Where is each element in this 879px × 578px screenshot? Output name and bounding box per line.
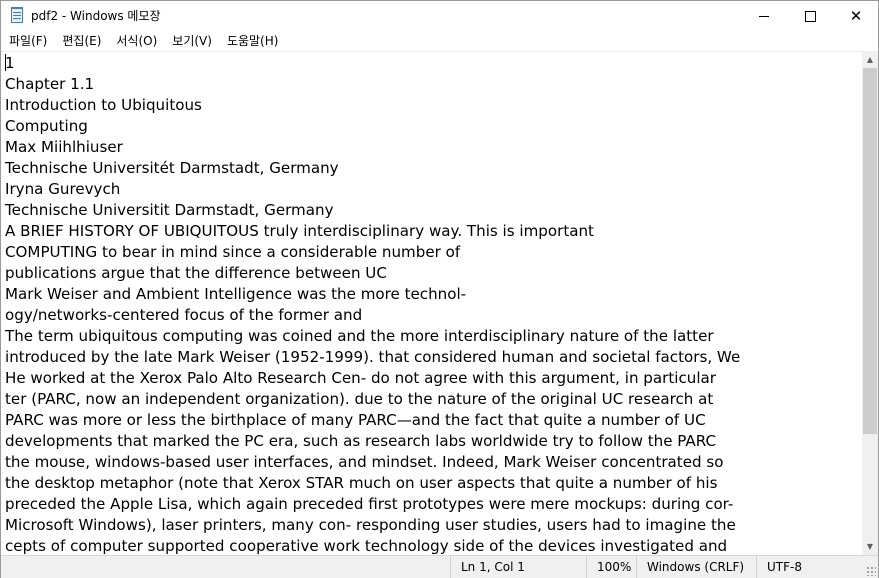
text-line: publications argue that the difference b… [5, 264, 387, 282]
status-line-ending: Windows (CRLF) [636, 556, 752, 578]
scroll-up-button[interactable]: ▲ [862, 51, 878, 68]
status-zoom: 100% [586, 556, 637, 578]
text-line: the desktop metaphor (note that Xerox ST… [5, 474, 718, 492]
text-line: the mouse, windows-based user interfaces… [5, 453, 724, 471]
title-bar[interactable]: pdf2 - Windows 메모장 ✕ [1, 1, 878, 31]
menu-bar: 파일(F) 편집(E) 서식(O) 보기(V) 도움말(H) [1, 31, 878, 51]
vertical-scrollbar[interactable]: ▲ ▼ [862, 51, 878, 555]
text-line: PARC was more or less the birthplace of … [5, 411, 706, 429]
text-line: He worked at the Xerox Palo Alto Researc… [5, 369, 716, 387]
notepad-icon [11, 7, 23, 23]
maximize-button[interactable] [787, 1, 833, 31]
text-line: A BRIEF HISTORY OF UBIQUITOUS truly inte… [5, 222, 594, 240]
maximize-icon [804, 10, 816, 22]
scroll-down-icon: ▼ [866, 542, 874, 551]
status-encoding: UTF-8 [756, 556, 867, 578]
scroll-thumb[interactable] [863, 68, 877, 434]
text-line: preceded the Apple Lisa, which again pre… [5, 495, 734, 513]
close-button[interactable]: ✕ [833, 1, 879, 31]
text-line: Introduction to Ubiquitous [5, 96, 202, 114]
text-line: Technische Universitit Darmstadt, German… [5, 201, 334, 219]
editor-text[interactable]: 1 Chapter 1.1 Introduction to Ubiquitous Co… [5, 53, 860, 556]
text-line: ogy/networks-centered focus of the forme… [5, 306, 363, 324]
text-line: COMPUTING to bear in mind since a consid… [5, 243, 461, 261]
text-line: Technische Universitét Darmstadt, German… [5, 159, 339, 177]
scroll-down-button[interactable]: ▼ [862, 538, 878, 555]
text-line: introduced by the late Mark Weiser (1952… [5, 348, 741, 366]
text-line: Max Miihlhiuser [5, 138, 123, 156]
text-line: The term ubiquitous computing was coined… [5, 327, 714, 345]
text-line: Computing [5, 117, 88, 135]
menu-view[interactable]: 보기(V) [164, 31, 219, 51]
text-line: Iryna Gurevych [5, 180, 121, 198]
text-line: Microsoft Windows), laser printers, many… [5, 516, 736, 534]
text-editor[interactable]: 1 Chapter 1.1 Introduction to Ubiquitous Co… [1, 51, 862, 556]
scroll-up-icon: ▲ [866, 55, 874, 64]
status-cursor-position: Ln 1, Col 1 [450, 556, 587, 578]
menu-edit[interactable]: 편집(E) [54, 31, 108, 51]
text-line: Chapter 1.1 [5, 75, 95, 93]
text-line: developments that marked the PC era, suc… [5, 432, 717, 450]
menu-file[interactable]: 파일(F) [1, 31, 54, 51]
text-caret [5, 54, 6, 71]
status-bar: Ln 1, Col 1 100% Windows (CRLF) UTF-8 [1, 555, 878, 578]
text-line: ter (PARC, now an independent organizati… [5, 390, 714, 408]
text-line: cepts of computer supported cooperative … [5, 537, 728, 555]
close-icon: ✕ [849, 6, 863, 25]
window-title: pdf2 - Windows 메모장 [31, 9, 161, 23]
text-line: 1 [5, 54, 15, 72]
menu-help[interactable]: 도움말(H) [219, 31, 286, 51]
resize-grip[interactable] [866, 566, 876, 576]
notepad-window: pdf2 - Windows 메모장 ✕ 파일(F) 편집(E) 서식(O) 보… [0, 0, 879, 578]
minimize-button[interactable] [741, 1, 787, 31]
minimize-icon [759, 15, 769, 17]
menu-format[interactable]: 서식(O) [108, 31, 164, 51]
text-line: Mark Weiser and Ambient Intelligence was… [5, 285, 467, 303]
